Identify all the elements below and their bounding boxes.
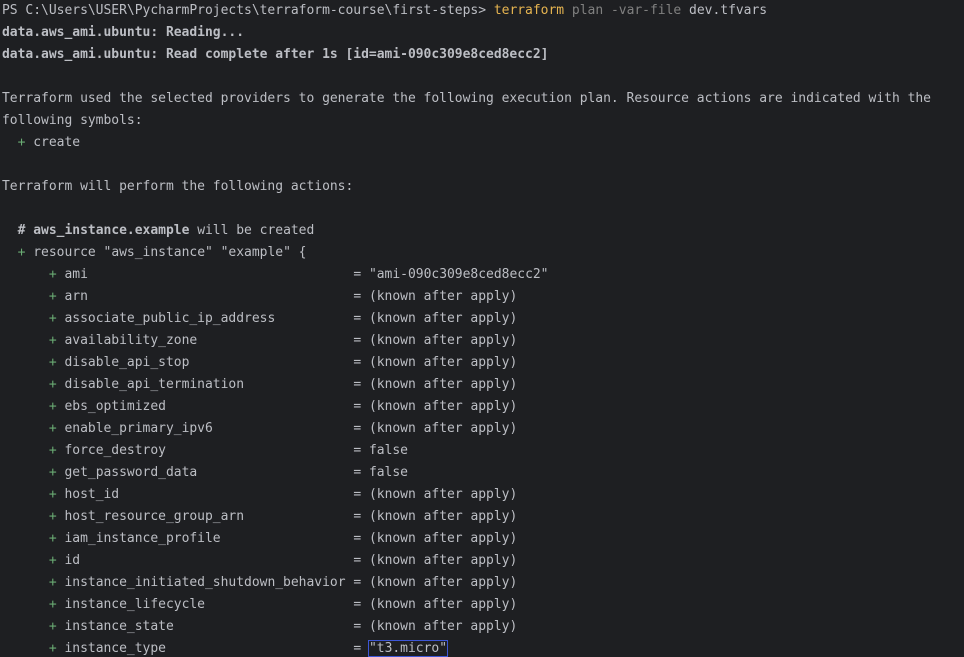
attribute-name: host_id <box>64 487 120 502</box>
read-complete-line: data.aws_ami.ubuntu: Read complete after… <box>2 47 549 62</box>
plus-symbol: + <box>17 245 26 260</box>
attribute-name: disable_api_termination <box>64 377 245 392</box>
prompt: PS C:\Users\USER\PycharmProjects\terrafo… <box>2 3 494 18</box>
plus-symbol: + <box>48 575 57 590</box>
command-name: terraform <box>493 3 565 18</box>
plus-symbol: + <box>48 597 57 612</box>
attribute-value: (known after apply) <box>368 597 518 612</box>
resource-address: aws_instance.example <box>33 223 190 238</box>
attribute-value: (known after apply) <box>368 619 518 634</box>
plus-symbol: + <box>48 267 57 282</box>
attribute-row: + get_password_data = false <box>48 465 408 480</box>
attribute-row: + ebs_optimized = (known after apply) <box>48 399 518 414</box>
plus-symbol: + <box>48 509 57 524</box>
attribute-row: + host_resource_group_arn = (known after… <box>48 509 518 524</box>
attribute-name: disable_api_stop <box>64 355 190 370</box>
attribute-value: (known after apply) <box>368 509 518 524</box>
attribute-name: availability_zone <box>64 333 198 348</box>
plus-symbol: + <box>48 399 57 414</box>
attribute-value: (known after apply) <box>368 421 518 436</box>
attribute-name: instance_type <box>64 641 166 656</box>
attribute-value: (known after apply) <box>368 575 518 590</box>
attribute-row: + instance_initiated_shutdown_behavior =… <box>48 575 518 590</box>
command-line: PS C:\Users\USER\PycharmProjects\terrafo… <box>2 0 767 22</box>
plus-symbol: + <box>48 619 57 634</box>
plus-symbol: + <box>17 135 26 150</box>
attribute-name: force_destroy <box>64 443 166 458</box>
attribute-value: "ami-090c309e8ced8ecc2" <box>368 267 549 282</box>
plus-symbol: + <box>48 465 57 480</box>
plus-symbol: + <box>48 311 57 326</box>
plus-symbol: + <box>48 641 57 656</box>
attribute-value: (known after apply) <box>368 311 518 326</box>
attribute-value: false <box>368 443 408 458</box>
attribute-row: + instance_type = "t3.micro" <box>48 640 449 657</box>
subcommand: plan <box>571 3 604 18</box>
plan-intro-line-1: Terraform used the selected providers to… <box>2 91 931 106</box>
terminal-output[interactable]: PS C:\Users\USER\PycharmProjects\terrafo… <box>0 0 964 657</box>
attribute-name: host_resource_group_arn <box>64 509 245 524</box>
plus-symbol: + <box>48 443 57 458</box>
attribute-value: (known after apply) <box>368 487 518 502</box>
attribute-value: false <box>368 465 408 480</box>
attribute-name: iam_instance_profile <box>64 531 221 546</box>
symbol-label: create <box>33 135 81 150</box>
plus-symbol: + <box>48 531 57 546</box>
resource-declaration: + resource "aws_instance" "example" { <box>2 242 307 264</box>
attribute-name: instance_lifecycle <box>64 597 205 612</box>
attribute-row: + instance_state = (known after apply) <box>48 619 518 634</box>
attribute-value: (known after apply) <box>368 377 518 392</box>
attribute-row: + iam_instance_profile = (known after ap… <box>48 531 518 546</box>
plus-symbol: + <box>48 355 57 370</box>
attribute-row: + force_destroy = false <box>48 443 408 458</box>
attribute-row: + instance_lifecycle = (known after appl… <box>48 597 518 612</box>
flag-value: dev.tfvars <box>689 3 768 18</box>
attribute-name: get_password_data <box>64 465 198 480</box>
plus-symbol: + <box>48 553 57 568</box>
attribute-name: instance_state <box>64 619 174 634</box>
attribute-value: (known after apply) <box>368 289 518 304</box>
plus-symbol: + <box>48 333 57 348</box>
attribute-value: (known after apply) <box>368 531 518 546</box>
attribute-row: + disable_api_stop = (known after apply) <box>48 355 518 370</box>
attribute-name: instance_initiated_shutdown_behavior <box>64 575 346 590</box>
attribute-row: + enable_primary_ipv6 = (known after app… <box>48 421 518 436</box>
reading-line: data.aws_ami.ubuntu: Reading... <box>2 25 245 40</box>
resource-decl-text: resource "aws_instance" "example" { <box>33 245 307 260</box>
symbol-legend: + create <box>2 132 80 154</box>
perform-line: Terraform will perform the following act… <box>2 179 354 194</box>
attribute-value: (known after apply) <box>368 355 518 370</box>
highlighted-attribute-value[interactable]: "t3.micro" <box>367 640 449 657</box>
attribute-name: id <box>64 553 81 568</box>
resource-comment: # aws_instance.example will be created <box>2 220 315 242</box>
plus-symbol: + <box>48 377 57 392</box>
plus-symbol: + <box>48 487 57 502</box>
plan-intro-line-2: following symbols: <box>2 113 143 128</box>
attribute-value: (known after apply) <box>368 553 518 568</box>
attribute-name: ebs_optimized <box>64 399 166 414</box>
attribute-row: + host_id = (known after apply) <box>48 487 518 502</box>
will-be-created: will be created <box>189 223 315 238</box>
command-flag: -var-file <box>610 3 682 18</box>
attribute-row: + ami = "ami-090c309e8ced8ecc2" <box>48 267 549 282</box>
plus-symbol: + <box>48 289 57 304</box>
plus-symbol: + <box>48 421 57 436</box>
attribute-name: enable_primary_ipv6 <box>64 421 213 436</box>
comment-hash: # <box>17 223 34 238</box>
attribute-row: + disable_api_termination = (known after… <box>48 377 518 392</box>
attribute-row: + id = (known after apply) <box>48 553 518 568</box>
attribute-row: + arn = (known after apply) <box>48 289 518 304</box>
attribute-name: arn <box>64 289 88 304</box>
attribute-name: ami <box>64 267 88 282</box>
attribute-name: associate_public_ip_address <box>64 311 276 326</box>
attribute-row: + associate_public_ip_address = (known a… <box>48 311 518 326</box>
attribute-row: + availability_zone = (known after apply… <box>48 333 518 348</box>
attribute-value: (known after apply) <box>368 399 518 414</box>
attribute-value: (known after apply) <box>368 333 518 348</box>
